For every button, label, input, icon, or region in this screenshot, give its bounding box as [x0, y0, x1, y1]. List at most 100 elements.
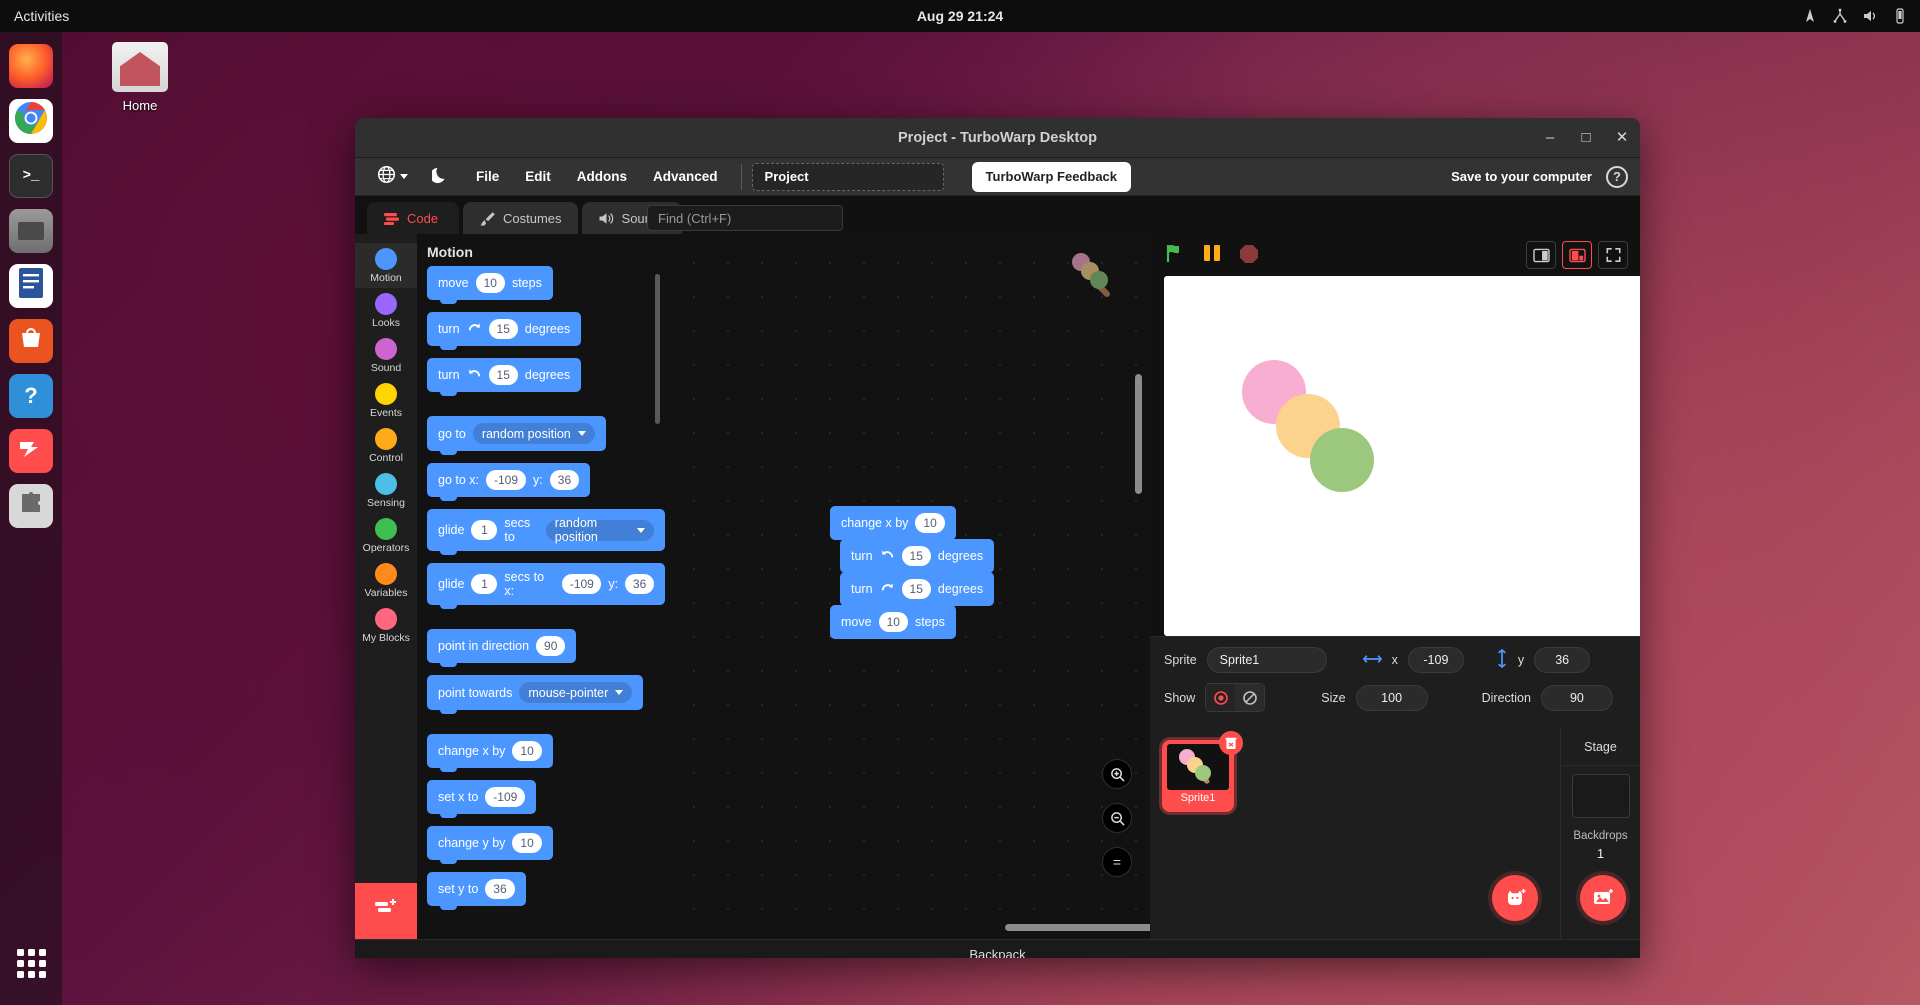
block-input-dx[interactable]: 10: [512, 741, 541, 761]
size-input[interactable]: 100: [1356, 685, 1428, 711]
dock-item-files[interactable]: [9, 209, 53, 253]
help-button[interactable]: ?: [1606, 166, 1628, 188]
clock[interactable]: Aug 29 21:24: [917, 8, 1003, 24]
zoom-reset-button[interactable]: =: [1102, 847, 1132, 877]
green-flag-button[interactable]: [1164, 242, 1186, 269]
dock-item-help[interactable]: ?: [9, 374, 53, 418]
tab-costumes[interactable]: Costumes: [463, 202, 578, 234]
block-input-secs[interactable]: 1: [471, 574, 497, 594]
direction-input[interactable]: 90: [1541, 685, 1613, 711]
palette-block-go-to[interactable]: go to random position: [427, 416, 606, 451]
block-input-x[interactable]: -109: [486, 470, 526, 490]
system-tray[interactable]: [1802, 8, 1908, 24]
minimize-button[interactable]: –: [1542, 130, 1558, 146]
block-input-degrees[interactable]: 15: [902, 579, 931, 599]
category-motion[interactable]: Motion: [355, 243, 417, 288]
palette-block-point-in-direction[interactable]: point in direction 90: [427, 629, 576, 663]
palette-block-move[interactable]: move 10 steps: [427, 266, 553, 300]
palette-scrollbar[interactable]: [655, 274, 660, 424]
add-extension-button[interactable]: [355, 883, 417, 939]
block-input-y[interactable]: 36: [550, 470, 579, 490]
show-applications-button[interactable]: [9, 941, 53, 985]
stage-thumbnail[interactable]: [1572, 774, 1630, 818]
script-block-move[interactable]: move 10 steps: [830, 605, 956, 639]
block-input-x[interactable]: -109: [562, 574, 601, 594]
palette-block-glide-to[interactable]: glide 1 secs to random position: [427, 509, 665, 551]
category-looks[interactable]: Looks: [355, 288, 417, 333]
block-palette[interactable]: Motion move 10 steps turn 15 degrees tur…: [417, 234, 665, 939]
script-block-turn-left[interactable]: turn 15 degrees: [840, 539, 994, 573]
stage-selector-panel[interactable]: Stage Backdrops 1: [1560, 728, 1640, 939]
small-stage-button[interactable]: [1526, 241, 1556, 269]
block-input-direction[interactable]: 90: [536, 636, 565, 656]
block-input-dx[interactable]: 10: [915, 513, 944, 533]
palette-block-glide-to-xy[interactable]: glide 1 secs to x: -109 y: 36: [427, 563, 665, 605]
add-sprite-button[interactable]: [1492, 875, 1538, 921]
sprite-thumbnails[interactable]: Sprite1: [1150, 728, 1560, 939]
project-name-input[interactable]: Project: [752, 163, 944, 191]
category-my-blocks[interactable]: My Blocks: [355, 603, 417, 648]
dock-item-turbowarp[interactable]: [9, 429, 53, 473]
category-sensing[interactable]: Sensing: [355, 468, 417, 513]
palette-block-go-to-xy[interactable]: go to x: -109 y: 36: [427, 463, 590, 497]
activities-button[interactable]: Activities: [14, 8, 69, 24]
block-input-x[interactable]: -109: [485, 787, 525, 807]
turbowarp-feedback-button[interactable]: TurboWarp Feedback: [972, 162, 1131, 192]
block-input-secs[interactable]: 1: [471, 520, 497, 540]
workspace-vertical-scrollbar[interactable]: [1135, 374, 1142, 494]
block-input-y[interactable]: 36: [625, 574, 654, 594]
category-events[interactable]: Events: [355, 378, 417, 423]
block-input-degrees[interactable]: 15: [489, 319, 518, 339]
block-dropdown-target[interactable]: random position: [546, 520, 654, 541]
category-operators[interactable]: Operators: [355, 513, 417, 558]
dock-item-chrome[interactable]: [9, 99, 53, 143]
code-workspace[interactable]: change x by 10 turn 15 degrees turn 15 d…: [665, 234, 1150, 939]
sprite-name-input[interactable]: Sprite1: [1207, 647, 1327, 673]
y-input[interactable]: 36: [1534, 647, 1590, 673]
script-block-change-x-by[interactable]: change x by 10: [830, 506, 956, 540]
category-sound[interactable]: Sound: [355, 333, 417, 378]
language-button[interactable]: [367, 161, 418, 193]
block-input-dy[interactable]: 10: [512, 833, 541, 853]
stop-button[interactable]: [1238, 242, 1260, 269]
show-visible-button[interactable]: [1206, 684, 1235, 711]
zoom-out-button[interactable]: [1102, 803, 1132, 833]
close-button[interactable]: ✕: [1614, 130, 1630, 146]
menu-addons[interactable]: Addons: [564, 163, 640, 190]
theme-toggle-button[interactable]: [418, 160, 463, 193]
block-input-degrees[interactable]: 15: [902, 546, 931, 566]
find-input[interactable]: Find (Ctrl+F): [647, 205, 843, 231]
block-input-steps[interactable]: 10: [476, 273, 505, 293]
block-input-degrees[interactable]: 15: [489, 365, 518, 385]
palette-block-turn-right[interactable]: turn 15 degrees: [427, 312, 581, 346]
add-backdrop-button[interactable]: [1580, 875, 1626, 921]
category-control[interactable]: Control: [355, 423, 417, 468]
palette-block-change-y-by[interactable]: change y by 10: [427, 826, 553, 860]
script-block-turn-right[interactable]: turn 15 degrees: [840, 572, 994, 606]
block-dropdown-target[interactable]: random position: [473, 423, 595, 444]
palette-block-set-y-to[interactable]: set y to 36: [427, 872, 526, 906]
fullscreen-button[interactable]: [1598, 241, 1628, 269]
pause-button[interactable]: [1202, 242, 1222, 269]
zoom-in-button[interactable]: [1102, 759, 1132, 789]
palette-block-point-towards[interactable]: point towards mouse-pointer: [427, 675, 643, 710]
stage-area[interactable]: [1164, 276, 1640, 636]
show-hidden-button[interactable]: [1235, 684, 1264, 711]
tab-code[interactable]: Code: [367, 202, 459, 234]
large-stage-button[interactable]: [1562, 241, 1592, 269]
block-dropdown-target[interactable]: mouse-pointer: [519, 682, 632, 703]
dock-item-terminal[interactable]: >_: [9, 154, 53, 198]
menu-advanced[interactable]: Advanced: [640, 163, 731, 190]
menu-file[interactable]: File: [463, 163, 512, 190]
save-to-computer-button[interactable]: Save to your computer: [1451, 169, 1592, 184]
menu-edit[interactable]: Edit: [512, 163, 564, 190]
palette-block-change-x-by[interactable]: change x by 10: [427, 734, 553, 768]
dock-item-ubuntu-software[interactable]: [9, 319, 53, 363]
dock-item-firefox[interactable]: [9, 44, 53, 88]
delete-sprite-button[interactable]: [1219, 731, 1243, 755]
block-input-steps[interactable]: 10: [879, 612, 908, 632]
block-input-y[interactable]: 36: [485, 879, 514, 899]
category-variables[interactable]: Variables: [355, 558, 417, 603]
x-input[interactable]: -109: [1408, 647, 1464, 673]
palette-block-turn-left[interactable]: turn 15 degrees: [427, 358, 581, 392]
